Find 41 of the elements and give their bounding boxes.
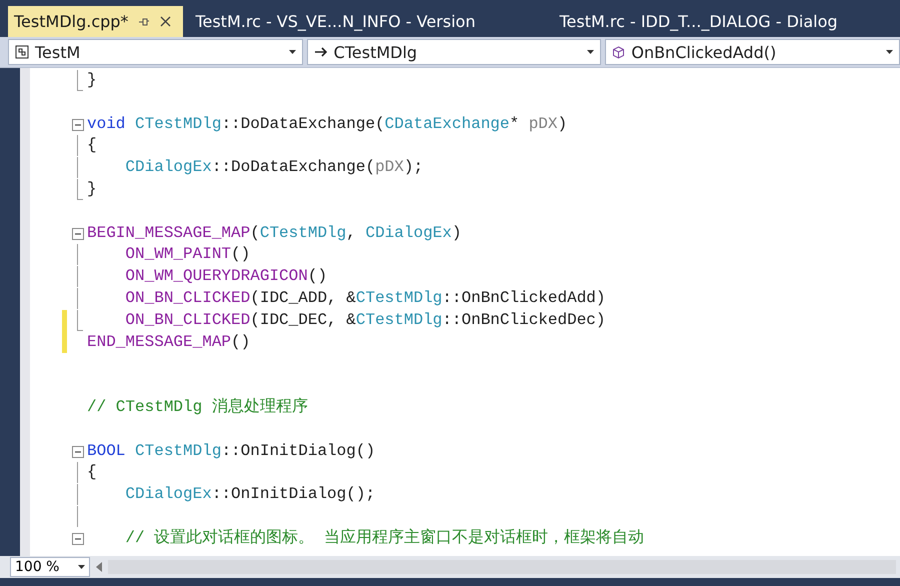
scroll-left-icon[interactable]	[96, 562, 102, 572]
tab-label: TestMDlg.cpp*	[14, 12, 128, 31]
code-line: BOOL CTestMDlg::OnInitDialog()	[87, 440, 376, 462]
zoom-dropdown[interactable]: 100 %	[10, 557, 90, 577]
document-tab[interactable]: TestM.rc - VS_VE...N_INFO - Version	[189, 6, 488, 37]
code-line: }	[87, 178, 97, 200]
code-line: END_MESSAGE_MAP()	[87, 332, 250, 353]
code-line: // 设置此对话框的图标。 当应用程序主窗口不是对话框时，框架将自动	[124, 528, 644, 549]
caret-icon	[288, 50, 296, 54]
code-line: ON_BN_CLICKED(IDC_ADD, &CTestMDlg::OnBnClickedAdd)	[124, 288, 606, 309]
code-line: ON_BN_CLICKED(IDC_DEC, &CTestMDlg::OnBnClickedDec)	[124, 310, 606, 331]
close-icon[interactable]	[160, 16, 172, 27]
caret-icon	[886, 50, 894, 54]
code-line: ON_WM_QUERYDRAGICON()	[124, 266, 328, 288]
code-line: CDialogEx::OnInitDialog();	[124, 484, 376, 506]
document-tab[interactable]: TestMDlg.cpp*	[8, 6, 184, 37]
code-line: void CTestMDlg::DoDataExchange(CDataExchange* pDX)	[87, 114, 568, 135]
collapse-icon[interactable]	[72, 446, 84, 458]
code-line: CDialogEx::DoDataExchange(pDX);	[124, 157, 424, 178]
arrow-icon	[314, 46, 328, 58]
zoom-value: 100 %	[15, 559, 60, 575]
tab-label: TestM.rc - IDD_T..._DIALOG - Dialog	[559, 12, 838, 31]
project-icon	[15, 45, 29, 59]
code-line: {	[87, 135, 97, 156]
collapse-icon[interactable]	[72, 228, 84, 240]
code-line: // CTestMDlg 消息处理程序	[87, 396, 308, 418]
collapse-icon[interactable]	[72, 118, 84, 131]
code-line: ON_WM_PAINT()	[124, 244, 250, 266]
document-tab[interactable]: TestM.rc - IDD_T..._DIALOG - Dialog	[553, 6, 850, 37]
collapse-icon[interactable]	[72, 532, 84, 545]
navigation-dropdown[interactable]: OnBnClickedAdd()	[605, 39, 900, 65]
tab-label: TestM.rc - VS_VE...N_INFO - Version	[195, 12, 476, 31]
navigation-dropdown[interactable]: CTestMDlg	[306, 39, 602, 65]
navigation-dropdown[interactable]: TestM	[8, 39, 303, 65]
cube-icon	[612, 46, 626, 58]
code-line: BEGIN_MESSAGE_MAP(CTestMDlg, CDialogEx)	[87, 222, 462, 244]
caret-icon	[78, 565, 85, 569]
code-line: }	[87, 70, 97, 91]
code-line: {	[87, 462, 97, 484]
caret-icon	[587, 50, 594, 54]
pin-icon[interactable]	[138, 16, 150, 26]
